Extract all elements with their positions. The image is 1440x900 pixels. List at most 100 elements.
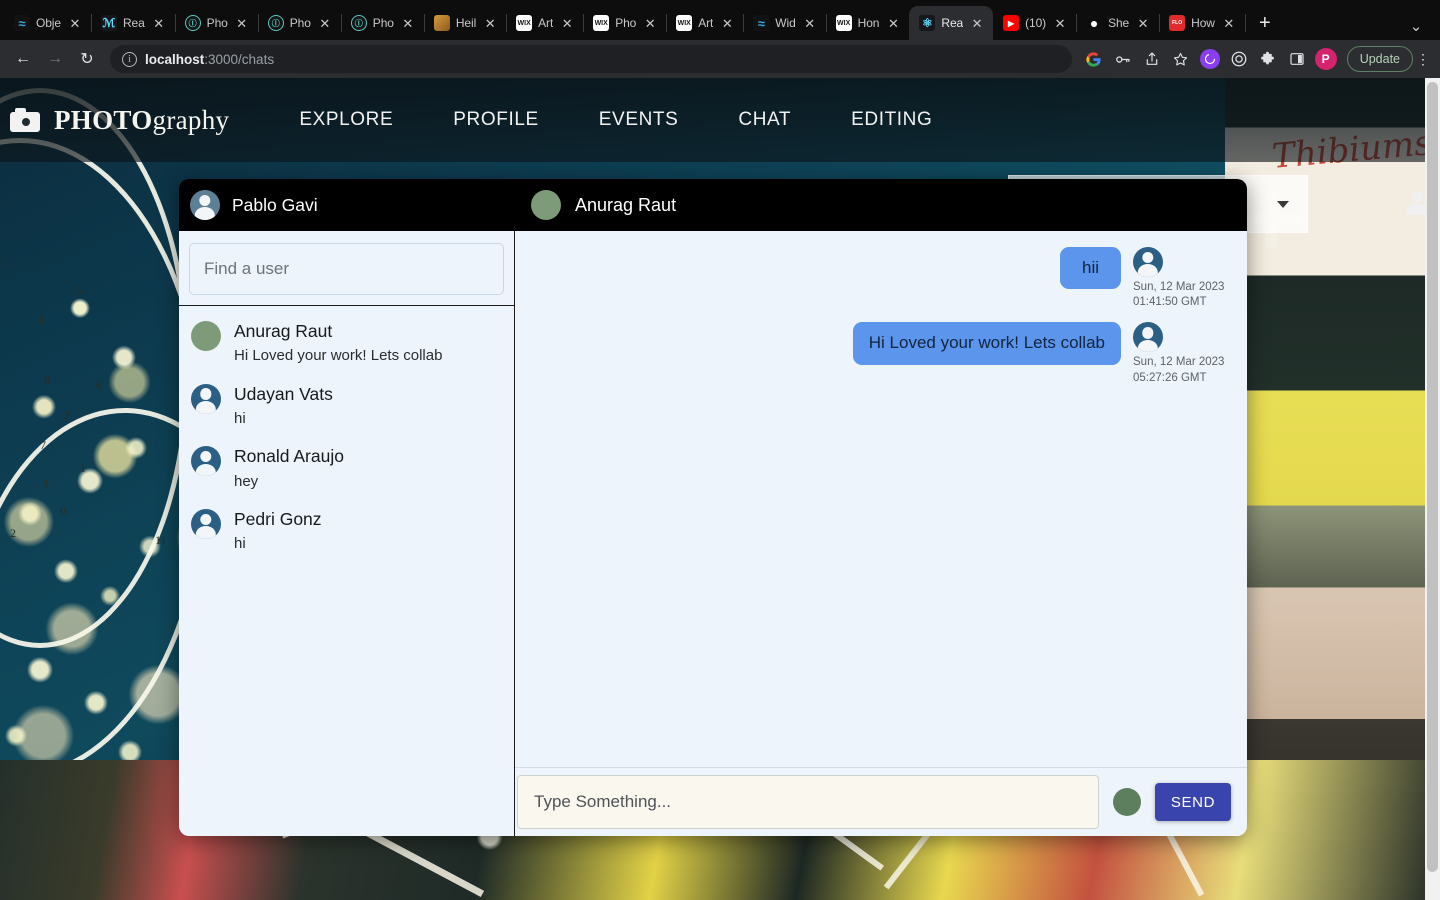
tab-close-icon[interactable]: ✕ xyxy=(67,15,83,31)
new-tab-button[interactable]: + xyxy=(1251,9,1279,37)
reload-button[interactable]: ↻ xyxy=(72,44,102,74)
bg-number: 7 xyxy=(40,438,46,452)
side-panel-icon[interactable] xyxy=(1283,45,1311,73)
tab-separator xyxy=(1244,14,1246,32)
tab-close-icon[interactable]: ✕ xyxy=(1052,15,1068,31)
tab-close-icon[interactable]: ✕ xyxy=(559,15,575,31)
message-date: Sun, 12 Mar 2023 xyxy=(1133,356,1225,369)
message-composer: Type Something... SEND xyxy=(515,768,1247,836)
nav-link-profile[interactable]: PROFILE xyxy=(423,109,569,131)
tab-close-icon[interactable]: ✕ xyxy=(234,15,250,31)
browser-tab[interactable]: Ⓘ Pho ✕ xyxy=(175,6,259,40)
message-date: Sun, 12 Mar 2023 xyxy=(1133,281,1225,293)
user-meta: Pedri Gonz hi xyxy=(234,507,322,556)
message-meta: Sun, 12 Mar 2023 05:27:26 GMT xyxy=(1133,322,1225,385)
target-glyph xyxy=(1231,51,1247,67)
browser-tab[interactable]: WIX Art ✕ xyxy=(666,6,745,40)
chat-user-item[interactable]: Ronald Araujo hey xyxy=(179,437,514,500)
attachment-dot-icon[interactable] xyxy=(1112,788,1141,816)
browser-tab[interactable]: Heil ✕ xyxy=(424,6,508,40)
chat-user-item[interactable]: Udayan Vats hi xyxy=(179,375,514,438)
nav-link-chat[interactable]: CHAT xyxy=(708,109,821,131)
tab-close-icon[interactable]: ✕ xyxy=(885,15,901,31)
forward-button[interactable]: → xyxy=(40,44,70,74)
user-avatar xyxy=(191,446,221,477)
site-logo[interactable]: PHOTOgraphy xyxy=(10,105,229,136)
browser-tab[interactable]: ● She ✕ xyxy=(1076,6,1161,40)
page-scrollbar[interactable] xyxy=(1425,78,1440,900)
tab-close-icon[interactable]: ✕ xyxy=(482,15,498,31)
browser-tab[interactable]: Ⓘ Pho ✕ xyxy=(341,6,425,40)
password-key-icon[interactable] xyxy=(1109,45,1137,73)
browser-tab[interactable]: ≈ Obje ✕ xyxy=(4,6,92,40)
chat-user-item[interactable]: Pedri Gonz hi xyxy=(179,500,514,563)
send-button[interactable]: SEND xyxy=(1154,783,1231,821)
tab-title: Art xyxy=(698,16,714,30)
nav-link-explore[interactable]: EXPLORE xyxy=(269,109,423,131)
browser-window: ≈ Obje ✕ ℳ Rea ✕ Ⓘ Pho ✕ Ⓘ Pho ✕ Ⓘ Pho ✕ Heil ✕ WIX Art ✕ WI… xyxy=(0,0,1440,900)
user-avatar xyxy=(191,321,221,351)
conversation-pane: hii Sun, 12 Mar 2023 01:41:50 GMT Hi Loved … xyxy=(515,231,1247,836)
tab-title: Pho xyxy=(289,16,311,30)
user-meta: Ronald Araujo hey xyxy=(234,444,344,493)
browser-tab[interactable]: ⚛ Rea ✕ xyxy=(909,6,994,40)
photo-circle-icon: Ⓘ xyxy=(267,15,284,31)
back-button[interactable]: ← xyxy=(8,44,38,74)
browser-tab[interactable]: WIX Art ✕ xyxy=(506,6,585,40)
message-avatar xyxy=(1133,247,1163,277)
tab-close-icon[interactable]: ✕ xyxy=(1221,15,1237,31)
message-list: hii Sun, 12 Mar 2023 01:41:50 GMT Hi Loved … xyxy=(515,231,1247,767)
site-navbar: PHOTOgraphy EXPLORE PROFILE EVENTS CHAT EDIT… xyxy=(0,78,1440,162)
share-icon[interactable] xyxy=(1138,45,1166,73)
update-button[interactable]: Update xyxy=(1346,46,1413,72)
chat-user-list: Anurag Raut Hi Loved your work! Lets coll… xyxy=(179,306,514,836)
browser-tab[interactable]: ▶ (10) ✕ xyxy=(993,6,1078,40)
browser-tab[interactable]: ≈ Wid ✕ xyxy=(743,6,827,40)
tab-title: Pho xyxy=(206,16,228,30)
bg-number: 6 xyxy=(96,378,102,392)
user-last-message: hey xyxy=(234,472,259,490)
tab-close-icon[interactable]: ✕ xyxy=(151,15,167,31)
browser-tab[interactable]: FLO How ✕ xyxy=(1159,6,1246,40)
object-icon: ≈ xyxy=(14,15,30,31)
profile-avatar[interactable]: P xyxy=(1312,45,1340,73)
bookmark-star-icon[interactable] xyxy=(1167,45,1195,73)
chevron-down-icon[interactable] xyxy=(1277,200,1289,208)
target-extension-icon[interactable] xyxy=(1225,45,1253,73)
browser-menu-kebab-icon[interactable]: ⋮ xyxy=(1414,51,1432,68)
user-avatar xyxy=(191,508,221,539)
user-meta: Udayan Vats hi xyxy=(234,382,333,431)
tab-strip-right: ⌄ xyxy=(1404,17,1436,35)
nav-link-editing[interactable]: EDITING xyxy=(821,109,962,131)
extensions-puzzle-icon[interactable] xyxy=(1254,45,1282,73)
tab-title: Art xyxy=(538,16,554,30)
browser-tab[interactable]: WIX Pho ✕ xyxy=(583,6,668,40)
tab-search-chevron-down-icon[interactable]: ⌄ xyxy=(1404,17,1428,35)
google-lens-icon[interactable] xyxy=(1080,45,1108,73)
tab-close-icon[interactable]: ✕ xyxy=(1135,15,1151,31)
tab-close-icon[interactable]: ✕ xyxy=(719,15,735,31)
message-row: hii Sun, 12 Mar 2023 01:41:50 GMT xyxy=(515,241,1247,316)
bg-number: 1 xyxy=(80,461,86,475)
chat-panel-header: Pablo Gavi Anurag Raut xyxy=(179,179,1247,231)
tab-close-icon[interactable]: ✕ xyxy=(969,15,985,31)
google-g-glyph xyxy=(1086,51,1101,67)
tab-close-icon[interactable]: ✕ xyxy=(642,15,658,31)
address-bar[interactable]: i localhost:3000/chats xyxy=(110,45,1072,73)
browser-tab[interactable]: WIX Hon ✕ xyxy=(826,6,911,40)
message-bubble: hii xyxy=(1059,247,1121,290)
browser-tab[interactable]: Ⓘ Pho ✕ xyxy=(258,6,342,40)
tab-close-icon[interactable]: ✕ xyxy=(400,15,416,31)
browser-tab[interactable]: ℳ Rea ✕ xyxy=(91,6,176,40)
wix-icon: WIX xyxy=(835,15,852,31)
page-scrollbar-thumb[interactable] xyxy=(1427,82,1438,872)
wix-icon: WIX xyxy=(516,15,533,31)
chat-user-item[interactable]: Anurag Raut Hi Loved your work! Lets coll… xyxy=(179,312,514,375)
find-user-search-input[interactable]: Find a user xyxy=(189,243,504,295)
nav-link-events[interactable]: EVENTS xyxy=(569,109,709,131)
tab-close-icon[interactable]: ✕ xyxy=(317,15,333,31)
grammarly-extension-icon[interactable] xyxy=(1196,45,1224,73)
site-info-icon[interactable]: i xyxy=(122,51,137,67)
tab-close-icon[interactable]: ✕ xyxy=(802,15,818,31)
message-input[interactable]: Type Something... xyxy=(517,775,1099,829)
